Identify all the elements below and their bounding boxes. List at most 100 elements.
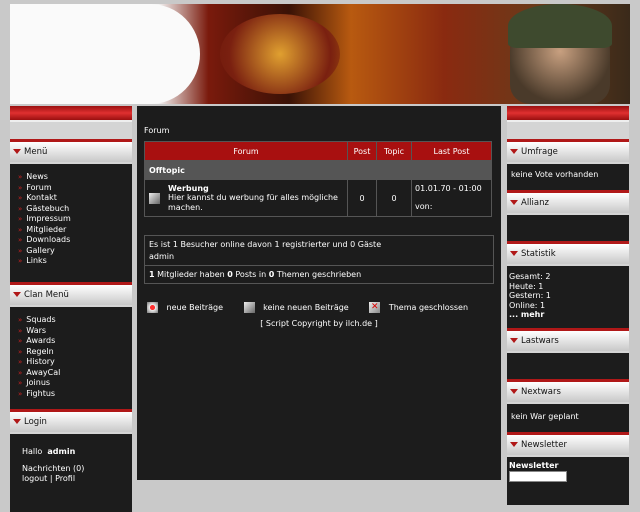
lastwars-box xyxy=(507,353,629,379)
allianz-header: Allianz xyxy=(507,190,629,213)
nextwars-header: Nextwars xyxy=(507,379,629,402)
menu-item-squads[interactable]: » Squads xyxy=(10,315,132,326)
profil-link[interactable]: Profil xyxy=(55,474,75,483)
arrow-down-icon xyxy=(510,338,518,343)
login-box: Hallo admin Nachrichten (0) logout | Pro… xyxy=(10,434,132,512)
site-banner xyxy=(10,4,630,104)
chevron-right-icon: » xyxy=(18,246,23,255)
forum-content: Forum Forum Post Topic Last Post Offtopi… xyxy=(137,106,501,480)
online-user[interactable]: admin xyxy=(145,252,493,265)
arrow-down-icon xyxy=(13,419,21,424)
banner-white-curve xyxy=(10,4,200,104)
arrow-down-icon xyxy=(510,251,518,256)
copyright[interactable]: [ Script Copyright by ilch.de ] xyxy=(137,319,501,328)
new-posts-icon xyxy=(147,302,158,313)
arrow-down-icon xyxy=(510,389,518,394)
left-sidebar: Menü » News » Forum » Kontakt » Gästebuch » I… xyxy=(10,106,132,512)
banner-bull-artwork xyxy=(220,14,340,94)
menu-item-gallery[interactable]: » Gallery xyxy=(10,246,132,257)
nextwars-text: kein War geplant xyxy=(507,404,629,432)
menu-box-header: Menü xyxy=(10,139,132,162)
statistik-header: Statistik xyxy=(507,241,629,264)
chevron-right-icon: » xyxy=(18,257,23,265)
forum-stats: 1 Mitglieder haben 0 Posts in 0 Themen g… xyxy=(145,265,493,283)
menu-item-wars[interactable]: » Wars xyxy=(10,326,132,337)
clan-menu-header: Clan Menü xyxy=(10,282,132,305)
lastwars-header: Lastwars xyxy=(507,328,629,351)
menu-item-awards[interactable]: » Awards xyxy=(10,336,132,347)
no-new-posts-icon xyxy=(149,192,160,204)
category-offtopic[interactable]: Offtopic xyxy=(144,160,492,180)
header-post: Post xyxy=(347,141,377,161)
board-cell: Werbung Hier kannst du werbung für alles… xyxy=(144,179,348,217)
board-posts: 0 xyxy=(347,179,377,217)
online-text: Es ist 1 Besucher online davon 1 registr… xyxy=(149,240,382,249)
chevron-right-icon: » xyxy=(18,316,23,324)
newsletter-header: Newsletter xyxy=(507,432,629,455)
table-header-row: Forum Post Topic Last Post xyxy=(144,141,492,161)
no-new-posts-icon xyxy=(243,302,255,313)
menu-item-links[interactable]: » Links xyxy=(10,256,132,267)
greeting: Hallo admin xyxy=(22,447,76,456)
chevron-right-icon: » xyxy=(18,183,23,192)
chevron-right-icon: » xyxy=(18,225,23,234)
menu-item-gaestebuch[interactable]: » Gästebuch xyxy=(10,204,132,215)
menu-item-fightus[interactable]: » Fightus xyxy=(10,389,132,400)
menu-item-joinus[interactable]: » Joinus xyxy=(10,378,132,389)
menu-item-regeln[interactable]: » Regeln xyxy=(10,347,132,358)
closed-topic-icon: ✕ xyxy=(369,302,381,313)
menu-item-kontakt[interactable]: » Kontakt xyxy=(10,193,132,204)
board-topics: 0 xyxy=(376,179,412,217)
stat-gesamt: Gesamt: 2 xyxy=(509,272,551,281)
statistik-box: Gesamt: 2 Heute: 1 Gestern: 1 Online: 1 … xyxy=(507,266,629,328)
messages-link[interactable]: Nachrichten (0) xyxy=(10,464,132,474)
menu-item-impressum[interactable]: » Impressum xyxy=(10,214,132,225)
board-title[interactable]: Werbung xyxy=(168,184,209,193)
newsletter-email-input[interactable] xyxy=(509,471,567,482)
right-top-bar xyxy=(507,106,629,122)
chevron-right-icon: » xyxy=(18,194,23,202)
arrow-down-icon xyxy=(510,200,518,205)
chevron-right-icon: » xyxy=(18,379,23,387)
last-post-by: von: xyxy=(415,202,433,211)
chevron-right-icon: » xyxy=(18,326,23,335)
logout-link[interactable]: logout xyxy=(22,474,47,483)
board-description: Hier kannst du werbung für alles möglich… xyxy=(168,193,338,212)
account-links: logout | Profil xyxy=(22,474,76,483)
stat-more-link[interactable]: ... mehr xyxy=(509,310,627,320)
arrow-down-icon xyxy=(510,149,518,154)
clan-menu: » Squads » Wars » Awards » Regeln » History »… xyxy=(10,307,132,409)
table-row: Werbung Hier kannst du werbung für alles… xyxy=(144,179,492,217)
icon-legend: neue Beiträge keine neuen Beiträge ✕ The… xyxy=(145,302,501,313)
breadcrumb[interactable]: Forum xyxy=(137,106,501,141)
menu-item-history[interactable]: » History xyxy=(10,357,132,368)
menu-item-downloads[interactable]: » Downloads xyxy=(10,235,132,246)
chevron-right-icon: » xyxy=(18,337,23,345)
umfrage-text: keine Vote vorhanden xyxy=(507,164,629,190)
arrow-down-icon xyxy=(13,292,21,297)
newsletter-label: Newsletter xyxy=(509,461,559,470)
header-topic: Topic xyxy=(376,141,412,161)
menu-item-forum[interactable]: » Forum xyxy=(10,183,132,194)
chevron-right-icon: » xyxy=(18,236,23,244)
online-box: Es ist 1 Besucher online davon 1 registr… xyxy=(144,235,494,284)
menu-item-awaycal[interactable]: » AwayCal xyxy=(10,368,132,379)
allianz-box xyxy=(507,215,629,241)
stat-online: Online: 1 xyxy=(509,300,546,310)
banner-helmet xyxy=(508,4,612,48)
header-forum: Forum xyxy=(144,141,348,161)
right-sidebar: Umfrage keine Vote vorhanden Allianz Sta… xyxy=(507,106,629,505)
menu-item-mitglieder[interactable]: » Mitglieder xyxy=(10,225,132,236)
username: admin xyxy=(47,447,76,456)
menu-item-news[interactable]: » News xyxy=(10,172,132,183)
chevron-right-icon: » xyxy=(18,368,23,377)
newsletter-box: Newsletter xyxy=(507,457,629,505)
umfrage-header: Umfrage xyxy=(507,139,629,162)
chevron-right-icon: » xyxy=(18,358,23,366)
forum-table: Forum Post Topic Last Post Offtopic Werb… xyxy=(144,141,492,217)
chevron-right-icon: » xyxy=(18,347,23,356)
left-top-bar xyxy=(10,106,132,122)
chevron-right-icon: » xyxy=(18,389,23,398)
arrow-down-icon xyxy=(510,442,518,447)
arrow-down-icon xyxy=(13,149,21,154)
